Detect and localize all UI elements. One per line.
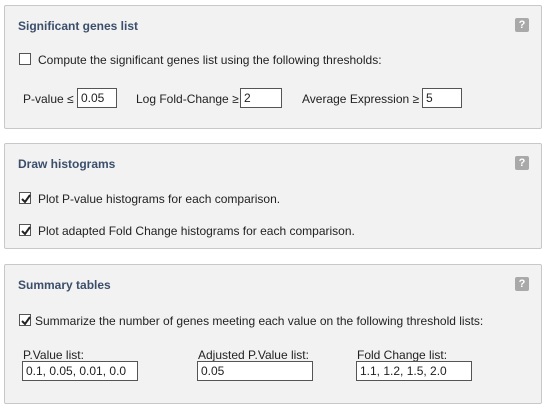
help-icon[interactable]: ?	[515, 156, 529, 170]
summary-tables-title: Summary tables	[18, 278, 111, 292]
foldchange-histogram-checkbox[interactable]	[19, 224, 31, 236]
help-icon[interactable]: ?	[515, 277, 529, 291]
pvalue-list-input[interactable]: 0.1, 0.05, 0.01, 0.0	[22, 361, 138, 381]
avg-expression-threshold-label: Average Expression ≥	[302, 92, 420, 106]
foldchange-histogram-label: Plot adapted Fold Change histograms for …	[38, 224, 355, 238]
logfc-threshold-input[interactable]: 2	[240, 88, 282, 108]
summarize-checkbox[interactable]	[19, 314, 31, 326]
significant-genes-panel: Significant genes list ? Compute the sig…	[4, 5, 542, 129]
compute-significant-checkbox[interactable]	[19, 53, 31, 65]
checkmark-icon	[21, 316, 31, 326]
logfc-threshold-label: Log Fold-Change ≥	[136, 92, 239, 106]
avg-expression-threshold-input[interactable]: 5	[422, 88, 462, 108]
adj-pvalue-list-label: Adjusted P.Value list:	[198, 348, 309, 362]
pvalue-list-label: P.Value list:	[23, 348, 84, 362]
compute-significant-label: Compute the significant genes list using…	[38, 53, 382, 67]
significant-genes-title: Significant genes list	[18, 19, 139, 33]
pvalue-threshold-label: P-value ≤	[23, 92, 74, 106]
help-icon[interactable]: ?	[515, 18, 529, 32]
adj-pvalue-list-input[interactable]: 0.05	[197, 361, 313, 381]
checkmark-icon	[21, 226, 31, 236]
checkmark-icon	[21, 194, 31, 204]
summary-tables-panel: Summary tables ? Summarize the number of…	[4, 264, 542, 404]
draw-histograms-panel: Draw histograms ? Plot P-value histogram…	[4, 143, 542, 249]
draw-histograms-title: Draw histograms	[18, 157, 116, 171]
summarize-label: Summarize the number of genes meeting ea…	[35, 314, 484, 328]
pvalue-threshold-input[interactable]: 0.05	[77, 88, 117, 108]
pvalue-histogram-checkbox[interactable]	[19, 192, 31, 204]
fc-list-label: Fold Change list:	[357, 348, 448, 362]
fc-list-input[interactable]: 1.1, 1.2, 1.5, 2.0	[356, 361, 472, 381]
pvalue-histogram-label: Plot P-value histograms for each compari…	[38, 192, 281, 206]
